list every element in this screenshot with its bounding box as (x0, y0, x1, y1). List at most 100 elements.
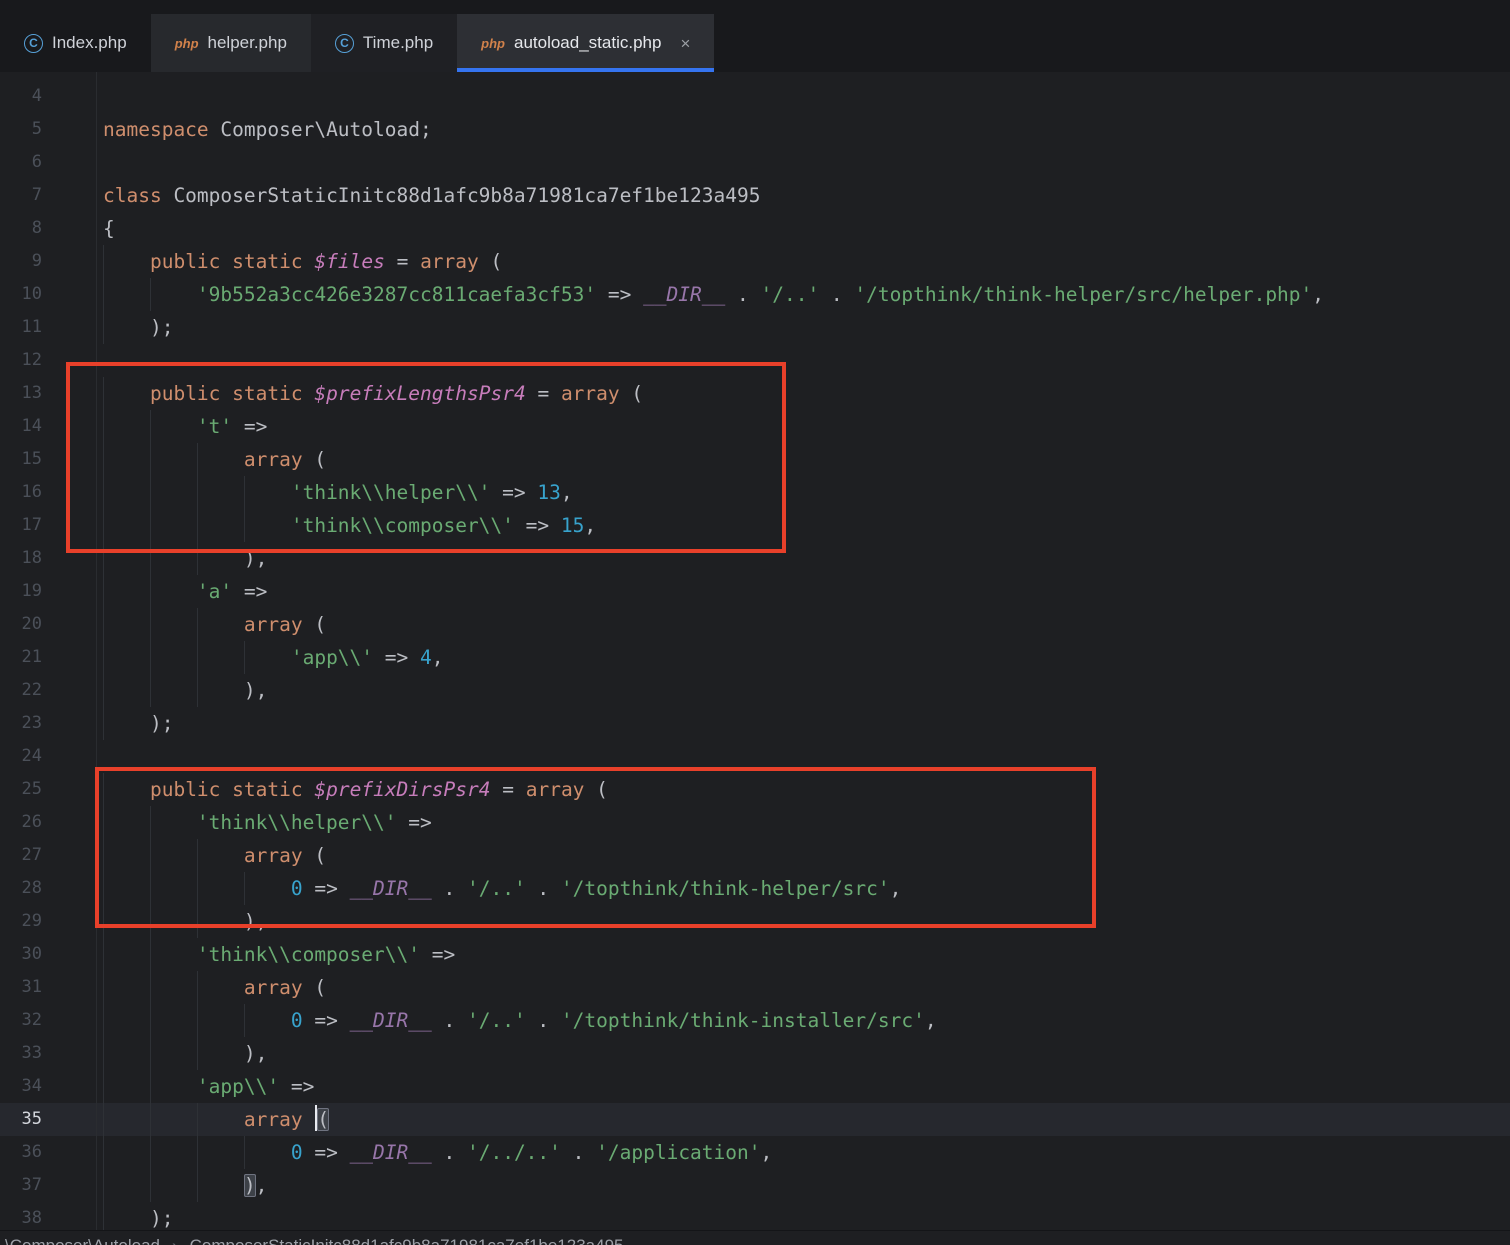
line-number[interactable]: 27 (0, 839, 96, 872)
line-number[interactable]: 36 (0, 1136, 96, 1169)
code-text[interactable]: 'think\\composer\\' => (96, 938, 455, 971)
code-text[interactable] (96, 740, 103, 773)
code-text[interactable] (96, 344, 103, 377)
tab-autoload_static.php[interactable]: php autoload_static.php × (457, 14, 715, 72)
line-number[interactable]: 30 (0, 938, 96, 971)
code-line-19: 19 'a' => (0, 575, 1510, 608)
gutter-separator (96, 72, 97, 1245)
line-number[interactable]: 5 (0, 113, 96, 146)
line-number[interactable]: 16 (0, 476, 96, 509)
line-number[interactable]: 24 (0, 740, 96, 773)
token-pl: ( (478, 250, 503, 273)
code-text[interactable]: 0 => __DIR__ . '/..' . '/topthink/think-… (96, 1004, 937, 1037)
code-text[interactable]: ); (96, 311, 173, 344)
line-number[interactable]: 11 (0, 311, 96, 344)
token-match: ) (243, 1174, 256, 1197)
code-text[interactable]: array ( (96, 608, 326, 641)
line-number[interactable]: 6 (0, 146, 96, 179)
code-editor[interactable]: 4 5 namespace Composer\Autoload; 6 7 class Co… (0, 72, 1510, 1245)
code-text[interactable]: '9b552a3cc426e3287cc811caefa3cf53' => __… (96, 278, 1324, 311)
breadcrumb-item[interactable]: \Composer\Autoload (5, 1236, 160, 1245)
code-text[interactable]: public static $files = array ( (96, 245, 502, 278)
line-number[interactable]: 7 (0, 179, 96, 212)
code-line-30: 30 'think\\composer\\' => (0, 938, 1510, 971)
code-text[interactable]: namespace Composer\Autoload; (96, 113, 432, 146)
line-number[interactable]: 9 (0, 245, 96, 278)
code-text[interactable]: array ( (96, 1103, 330, 1136)
token-str: '/topthink/think-helper/src/helper.php' (854, 283, 1313, 306)
line-number[interactable]: 32 (0, 1004, 96, 1037)
line-number[interactable]: 22 (0, 674, 96, 707)
line-number[interactable]: 19 (0, 575, 96, 608)
indent-guide (103, 1004, 104, 1037)
tab-label: autoload_static.php (513, 33, 662, 52)
breadcrumb-item[interactable]: ComposerStaticInitc88d1afc9b8a71981ca7ef… (190, 1236, 624, 1245)
line-number[interactable]: 26 (0, 806, 96, 839)
line-number[interactable]: 4 (0, 80, 96, 113)
code-text[interactable]: array ( (96, 443, 326, 476)
token-pl: ( (619, 382, 644, 405)
line-number[interactable]: 10 (0, 278, 96, 311)
line-number[interactable]: 31 (0, 971, 96, 1004)
indent-guide (149, 608, 151, 641)
tab-Index.php[interactable]: C Index.php (0, 14, 151, 72)
line-number[interactable]: 25 (0, 773, 96, 806)
tab-Time.php[interactable]: C Time.php (310, 14, 458, 72)
code-text[interactable]: 't' => (96, 410, 267, 443)
code-text[interactable]: array ( (96, 971, 326, 1004)
line-number[interactable]: 13 (0, 377, 96, 410)
token-pl: => (513, 514, 561, 537)
line-number[interactable]: 14 (0, 410, 96, 443)
code-text[interactable]: 'think\\helper\\' => 13, (96, 476, 573, 509)
token-str: 'think\\composer\\' (290, 514, 514, 537)
code-text[interactable]: 'app\\' => 4, (96, 641, 444, 674)
code-text[interactable]: ), (96, 1037, 267, 1070)
line-number[interactable]: 21 (0, 641, 96, 674)
line-number[interactable]: 18 (0, 542, 96, 575)
token-kw: static (232, 778, 303, 801)
line-number[interactable]: 28 (0, 872, 96, 905)
code-text[interactable]: ), (96, 1169, 267, 1202)
code-text[interactable]: 'think\\helper\\' => (96, 806, 432, 839)
token-pl: ( (302, 613, 327, 636)
close-tab-icon[interactable]: × (680, 35, 690, 52)
line-number[interactable]: 17 (0, 509, 96, 542)
indent-guide (149, 443, 151, 476)
code-text[interactable]: 'app\\' => (96, 1070, 314, 1103)
code-text[interactable]: class ComposerStaticInitc88d1afc9b8a7198… (96, 179, 760, 212)
token-pl: . (431, 877, 467, 900)
code-text[interactable]: { (96, 212, 115, 245)
code-text[interactable] (96, 146, 103, 179)
line-number[interactable]: 8 (0, 212, 96, 245)
code-text[interactable] (96, 80, 103, 113)
line-number[interactable]: 33 (0, 1037, 96, 1070)
code-text[interactable]: public static $prefixLengthsPsr4 = array… (96, 377, 643, 410)
code-text[interactable]: ); (96, 707, 173, 740)
line-number[interactable]: 34 (0, 1070, 96, 1103)
line-number[interactable]: 23 (0, 707, 96, 740)
line-number[interactable]: 35 (0, 1103, 96, 1136)
code-text[interactable]: 0 => __DIR__ . '/..' . '/topthink/think-… (96, 872, 901, 905)
line-number[interactable]: 37 (0, 1169, 96, 1202)
line-number[interactable]: 29 (0, 905, 96, 938)
indent-guide (103, 971, 104, 1004)
indent-guide (243, 872, 245, 905)
line-number[interactable]: 12 (0, 344, 96, 377)
code-text[interactable]: ), (96, 542, 267, 575)
line-number[interactable]: 15 (0, 443, 96, 476)
indent-guide (103, 542, 104, 575)
token-var: $prefixDirsPsr4 (314, 778, 491, 801)
code-text[interactable]: 'a' => (96, 575, 267, 608)
code-text[interactable]: ), (96, 674, 267, 707)
code-text[interactable]: array ( (96, 839, 326, 872)
code-text[interactable]: 'think\\composer\\' => 15, (96, 509, 596, 542)
token-pl: ), (103, 679, 268, 702)
tab-helper.php[interactable]: php helper.php (150, 14, 311, 72)
code-text[interactable]: ), (96, 905, 267, 938)
code-text[interactable]: public static $prefixDirsPsr4 = array ( (96, 773, 608, 806)
code-text[interactable]: 0 => __DIR__ . '/../..' . '/application'… (96, 1136, 772, 1169)
code-line-18: 18 ), (0, 542, 1510, 575)
line-number[interactable]: 20 (0, 608, 96, 641)
token-kw: array (525, 778, 585, 801)
